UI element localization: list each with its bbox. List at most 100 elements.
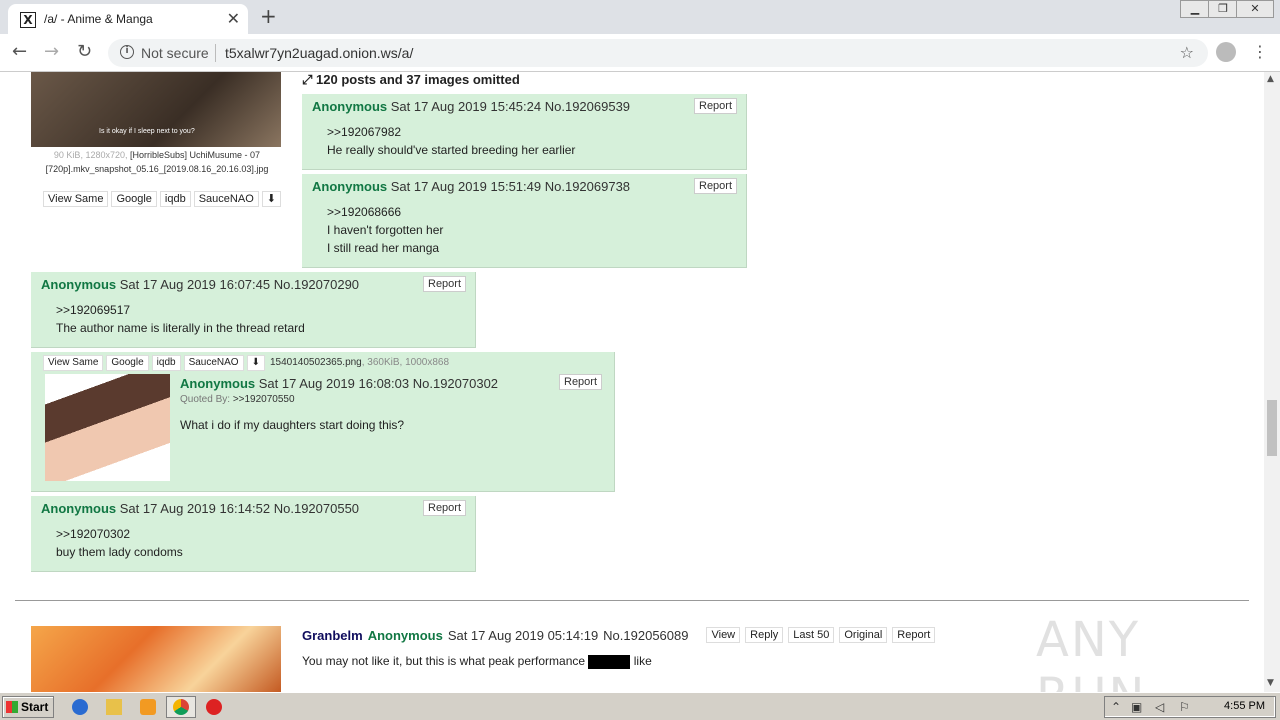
quoted-by-link[interactable]: >>192070550 bbox=[233, 394, 295, 405]
post-number[interactable]: No.192070290 bbox=[274, 277, 359, 292]
quote-link[interactable]: >>192067982 bbox=[327, 123, 575, 141]
url-text[interactable]: t5xalwr7yn2uagad.onion.ws/a/ bbox=[225, 45, 413, 61]
op-thumbnail[interactable] bbox=[31, 626, 281, 692]
system-tray: ⌃ ▣ ◁ ⚐ 4:55 PM bbox=[1104, 696, 1276, 718]
scroll-down-icon[interactable]: ▼ bbox=[1267, 678, 1274, 688]
saucenao-button[interactable]: SauceNAO bbox=[193, 191, 259, 207]
iqdb-button[interactable]: iqdb bbox=[151, 355, 181, 371]
volume-icon[interactable]: ◁ bbox=[1155, 700, 1164, 714]
quote-link[interactable]: >>192070302 bbox=[56, 525, 183, 543]
post-body: >>192067982 He really should've started … bbox=[327, 123, 575, 159]
report-button[interactable]: Report bbox=[892, 627, 936, 643]
post-number[interactable]: No.192070550 bbox=[274, 501, 359, 516]
tray-arrow-icon[interactable]: ⌃ bbox=[1111, 700, 1121, 714]
expand-icon[interactable]: ⤢ bbox=[302, 72, 312, 87]
back-icon[interactable]: ← bbox=[12, 41, 27, 62]
post-number[interactable]: No.192070302 bbox=[413, 376, 498, 391]
report-button[interactable]: Report bbox=[559, 374, 603, 390]
reload-icon[interactable]: ↻ bbox=[77, 41, 92, 62]
poster-name: Anonymous bbox=[41, 277, 117, 292]
scroll-up-icon[interactable]: ▲ bbox=[1267, 74, 1274, 84]
post-text: What i do if my daughters start doing th… bbox=[180, 418, 405, 432]
post-body: >>192068666 I haven't forgotten her I st… bbox=[327, 203, 443, 257]
image-caption: Is it okay if I sleep next to you? bbox=[99, 128, 195, 135]
view-same-button[interactable]: View Same bbox=[43, 355, 104, 371]
quoted-by-label: Quoted By: bbox=[180, 394, 231, 405]
report-button[interactable]: Report bbox=[694, 178, 738, 194]
window-close-button[interactable]: ✕ bbox=[1236, 0, 1274, 18]
post-number[interactable]: No.192056089 bbox=[603, 628, 688, 643]
thread-header: Granbelm Anonymous Sat 17 Aug 2019 05:14… bbox=[302, 627, 936, 643]
clock[interactable]: 4:55 PM bbox=[1224, 700, 1265, 712]
report-button[interactable]: Report bbox=[694, 98, 738, 114]
menu-icon[interactable]: ⋮ bbox=[1252, 42, 1268, 61]
view-same-button[interactable]: View Same bbox=[43, 191, 109, 207]
post-header: Anonymous Sat 17 Aug 2019 16:07:45 No.19… bbox=[41, 277, 359, 292]
image-tools: View Same Google iqdb SauceNAO ⬇ 1540140… bbox=[43, 355, 449, 371]
last-50-button[interactable]: Last 50 bbox=[788, 627, 835, 643]
thread-divider bbox=[15, 600, 1249, 601]
spoiler[interactable] bbox=[588, 654, 631, 669]
network-icon[interactable]: ▣ bbox=[1131, 700, 1142, 714]
quote-link[interactable]: >>192069517 bbox=[56, 301, 305, 319]
maximize-button[interactable]: ❐ bbox=[1208, 0, 1238, 18]
report-button[interactable]: Report bbox=[423, 276, 467, 292]
poster-name: Anonymous bbox=[180, 376, 256, 391]
op-thumbnail[interactable]: Is it okay if I sleep next to you? bbox=[31, 72, 281, 147]
flag-icon[interactable]: ⚐ bbox=[1179, 700, 1190, 714]
forward-icon[interactable]: → bbox=[44, 41, 59, 62]
reply-post-with-image: View Same Google iqdb SauceNAO ⬇ 1540140… bbox=[31, 352, 615, 492]
tab-title: /a/ - Anime & Manga bbox=[44, 12, 153, 26]
star-icon[interactable]: ☆ bbox=[1180, 43, 1194, 62]
original-button[interactable]: Original bbox=[839, 627, 888, 643]
post-body: >>192069517 The author name is literally… bbox=[56, 301, 305, 337]
scrollbar-thumb[interactable] bbox=[1267, 400, 1277, 456]
view-button[interactable]: View bbox=[706, 627, 741, 643]
reply-post: Anonymous Sat 17 Aug 2019 16:07:45 No.19… bbox=[31, 272, 476, 348]
report-button[interactable]: Report bbox=[423, 500, 467, 516]
download-icon[interactable]: ⬇ bbox=[246, 355, 265, 371]
post-text: I still read her manga bbox=[327, 241, 440, 255]
post-number[interactable]: No.192069539 bbox=[545, 99, 630, 114]
post-date: Sat 17 Aug 2019 16:07:45 bbox=[119, 277, 271, 292]
post-thumbnail[interactable] bbox=[45, 374, 170, 481]
close-icon[interactable]: ✕ bbox=[227, 9, 240, 28]
post-date: Sat 17 Aug 2019 16:08:03 bbox=[258, 376, 410, 391]
post-text: He really should've started breeding her… bbox=[327, 143, 576, 157]
warning-icon[interactable] bbox=[206, 699, 222, 715]
saucenao-button[interactable]: SauceNAO bbox=[183, 355, 244, 371]
plus-icon[interactable]: + bbox=[260, 4, 277, 28]
reply-button[interactable]: Reply bbox=[745, 627, 784, 643]
post-header: Anonymous Sat 17 Aug 2019 15:51:49 No.19… bbox=[312, 179, 630, 194]
start-button[interactable]: Start bbox=[2, 696, 54, 718]
reply-post: Anonymous Sat 17 Aug 2019 16:14:52 No.19… bbox=[31, 496, 476, 572]
quote-link[interactable]: >>192068666 bbox=[327, 203, 443, 221]
file-meta: 90 KiB, 1280x720, bbox=[53, 150, 128, 160]
iqdb-button[interactable]: iqdb bbox=[159, 191, 191, 207]
post-text: I haven't forgotten her bbox=[327, 223, 444, 237]
file-meta: , 360KiB, 1000x868 bbox=[361, 357, 450, 368]
poster-name: Anonymous bbox=[312, 179, 388, 194]
post-body: What i do if my daughters start doing th… bbox=[180, 416, 404, 434]
file-name-link[interactable]: 1540140502365.png bbox=[270, 357, 362, 368]
post-number[interactable]: No.192069738 bbox=[545, 179, 630, 194]
post-date: Sat 17 Aug 2019 15:45:24 bbox=[390, 99, 542, 114]
post-text: You may not like it, but this is what pe… bbox=[302, 654, 586, 668]
op-image-tools: View Same Google iqdb SauceNAO ⬇ bbox=[43, 191, 281, 207]
google-button[interactable]: Google bbox=[111, 191, 157, 207]
media-player-icon[interactable] bbox=[140, 699, 156, 715]
download-icon[interactable]: ⬇ bbox=[261, 191, 281, 207]
minimize-button[interactable]: ▁ bbox=[1180, 0, 1210, 18]
google-button[interactable]: Google bbox=[106, 355, 149, 371]
ie-icon[interactable] bbox=[72, 699, 88, 715]
browser-tab[interactable]: X /a/ - Anime & Manga ✕ bbox=[8, 4, 248, 34]
post-body: >>192070302 buy them lady condoms bbox=[56, 525, 183, 561]
page-scrollbar[interactable]: ▲ ▼ bbox=[1264, 72, 1280, 692]
omitted-notice[interactable]: ⤢ 120 posts and 37 images omitted bbox=[302, 72, 520, 88]
address-bar[interactable]: i Not secure t5xalwr7yn2uagad.onion.ws/a… bbox=[108, 39, 1208, 67]
avatar-icon[interactable] bbox=[1216, 42, 1236, 62]
reply-post: Anonymous Sat 17 Aug 2019 15:45:24 No.19… bbox=[302, 94, 747, 170]
folder-icon[interactable] bbox=[106, 699, 122, 715]
info-icon[interactable]: i bbox=[120, 45, 134, 59]
page-content: Is it okay if I sleep next to you? 90 Ki… bbox=[0, 72, 1264, 692]
